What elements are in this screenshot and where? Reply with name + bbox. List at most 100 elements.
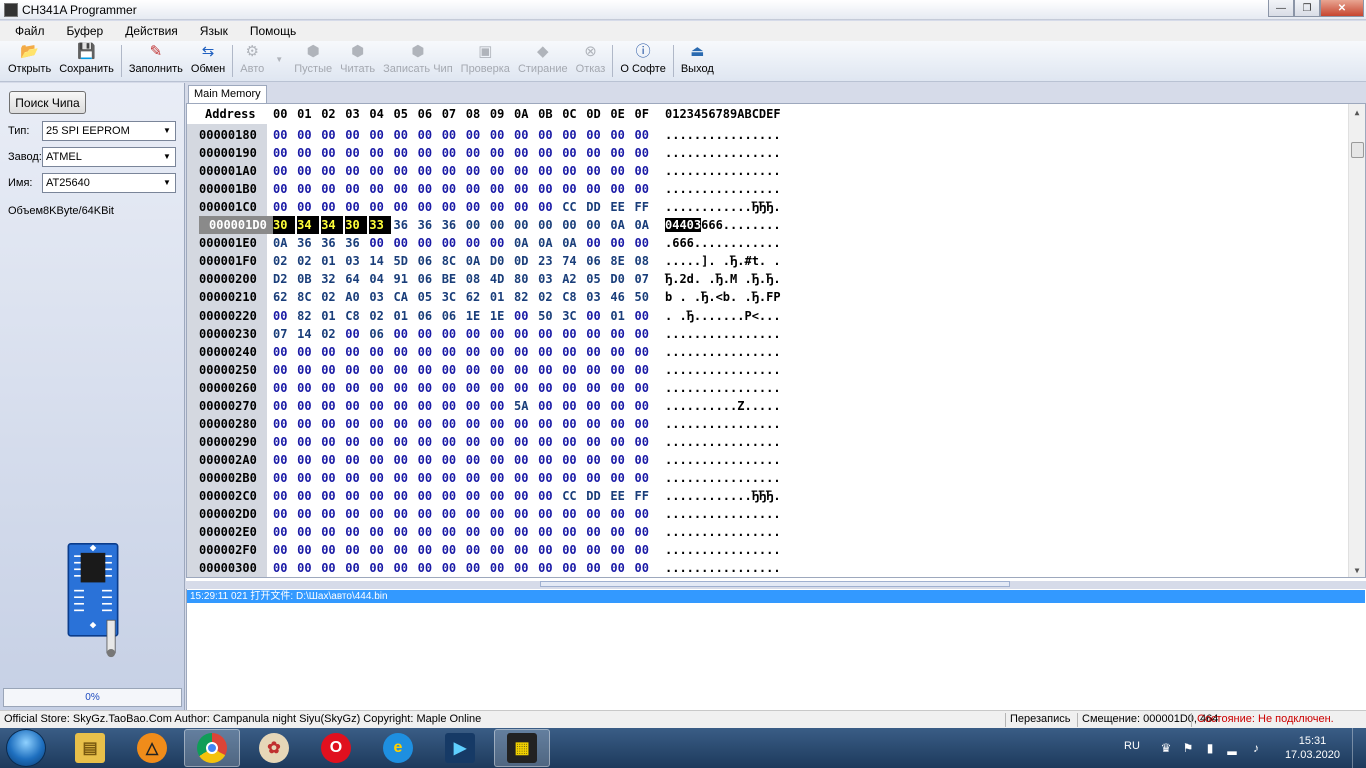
hex-byte-cell[interactable]: 00	[562, 469, 584, 487]
hex-byte-cell[interactable]: 00	[321, 541, 343, 559]
hex-byte-cell[interactable]: 06	[586, 252, 608, 270]
hex-byte-cell[interactable]: 00	[538, 505, 560, 523]
hex-byte-cell[interactable]: 00	[418, 198, 440, 216]
hex-byte-cell[interactable]: 00	[514, 325, 536, 343]
hex-byte-cell[interactable]: 00	[514, 379, 536, 397]
hex-byte-cell[interactable]: 00	[297, 415, 319, 433]
hex-byte-cell[interactable]: 00	[273, 180, 295, 198]
hex-byte-cell[interactable]: 05	[586, 270, 608, 288]
hex-byte-cell[interactable]: 03	[369, 288, 391, 306]
hex-byte-cell[interactable]: 00	[297, 559, 319, 577]
hex-byte-cell[interactable]: 36	[297, 234, 319, 252]
hex-byte-cell[interactable]: 00	[466, 343, 488, 361]
hex-byte-cell[interactable]: 00	[514, 415, 536, 433]
hex-byte-cell[interactable]: 00	[586, 180, 608, 198]
hex-byte-cell[interactable]: 02	[321, 325, 343, 343]
hex-byte-cell[interactable]: 00	[490, 126, 512, 144]
hex-byte-cell[interactable]: 00	[273, 397, 295, 415]
taskbar-explorer[interactable]: ▤	[62, 729, 118, 767]
hex-byte-cell[interactable]: 00	[562, 541, 584, 559]
hex-byte-cell[interactable]: 34	[297, 216, 320, 235]
hex-byte-cell[interactable]: 00	[345, 523, 367, 541]
hex-byte-cell[interactable]: 00	[418, 487, 440, 505]
hex-byte-cell[interactable]: 00	[610, 559, 632, 577]
hex-byte-cell[interactable]: 00	[466, 523, 488, 541]
menu-help[interactable]: Помощь	[239, 21, 307, 41]
network-signal-icon[interactable]: ▂	[1224, 740, 1240, 756]
hex-byte-cell[interactable]: 00	[514, 198, 536, 216]
hex-byte-cell[interactable]: 00	[610, 415, 632, 433]
hex-byte-cell[interactable]: 00	[345, 505, 367, 523]
hex-byte-cell[interactable]: 1E	[490, 307, 512, 325]
hex-byte-cell[interactable]: 00	[345, 180, 367, 198]
hex-byte-cell[interactable]: 00	[273, 162, 295, 180]
hex-byte-cell[interactable]: 00	[514, 559, 536, 577]
hex-byte-cell[interactable]: 1E	[466, 307, 488, 325]
start-button[interactable]	[6, 729, 46, 767]
hex-byte-cell[interactable]: 00	[562, 180, 584, 198]
ascii-cell[interactable]: ................	[665, 415, 781, 433]
hex-byte-cell[interactable]: 00	[586, 234, 608, 252]
hex-byte-cell[interactable]: 00	[586, 541, 608, 559]
hex-byte-cell[interactable]: 00	[394, 505, 416, 523]
hex-byte-cell[interactable]: 00	[586, 343, 608, 361]
hex-byte-cell[interactable]: 02	[538, 288, 560, 306]
hex-byte-cell[interactable]: 62	[466, 288, 488, 306]
hex-byte-cell[interactable]: 00	[610, 397, 632, 415]
hex-byte-cell[interactable]: 00	[297, 198, 319, 216]
hex-byte-cell[interactable]: 00	[586, 126, 608, 144]
hex-byte-cell[interactable]: 00	[562, 433, 584, 451]
hex-byte-cell[interactable]: 00	[586, 415, 608, 433]
hex-byte-cell[interactable]: 00	[394, 487, 416, 505]
hex-byte-cell[interactable]: 00	[490, 397, 512, 415]
scroll-down-arrow-icon[interactable]: ▼	[1349, 562, 1365, 577]
type-select[interactable]: 25 SPI EEPROM ▼	[42, 120, 176, 141]
hex-byte-cell[interactable]: 00	[490, 505, 512, 523]
hex-byte-cell[interactable]: 00	[345, 397, 367, 415]
hex-byte-cell[interactable]: 00	[321, 397, 343, 415]
hex-byte-cell[interactable]: 00	[297, 144, 319, 162]
ascii-cell[interactable]: ............ЂЂЂ.	[665, 487, 781, 505]
splitter-grip[interactable]	[540, 581, 1010, 587]
hex-byte-cell[interactable]: 00	[635, 234, 657, 252]
hex-byte-cell[interactable]: 00	[442, 523, 464, 541]
hex-byte-cell[interactable]: 00	[442, 469, 464, 487]
hex-byte-cell[interactable]: 00	[442, 180, 464, 198]
hex-byte-cell[interactable]: 00	[442, 361, 464, 379]
hex-byte-cell[interactable]: 00	[586, 144, 608, 162]
hex-byte-cell[interactable]: 00	[297, 397, 319, 415]
hex-byte-cell[interactable]: 02	[321, 288, 343, 306]
taskbar-ch341a[interactable]: ▦	[494, 729, 550, 767]
fill-button[interactable]: ✎ Заполнить	[125, 41, 187, 81]
hex-byte-cell[interactable]: 00	[562, 325, 584, 343]
hex-byte-cell[interactable]: 00	[345, 162, 367, 180]
hex-byte-cell[interactable]: 00	[394, 180, 416, 198]
hex-byte-cell[interactable]: 00	[394, 379, 416, 397]
hex-byte-cell[interactable]: FF	[635, 487, 657, 505]
hex-byte-cell[interactable]: 00	[418, 325, 440, 343]
hex-byte-cell[interactable]: 50	[538, 307, 560, 325]
hex-byte-cell[interactable]: 00	[418, 559, 440, 577]
hex-byte-cell[interactable]: 3C	[442, 288, 464, 306]
hex-byte-cell[interactable]: 36	[345, 234, 367, 252]
hex-byte-cell[interactable]: 00	[514, 523, 536, 541]
hex-byte-cell[interactable]: 00	[297, 126, 319, 144]
hex-byte-cell[interactable]: 00	[490, 216, 512, 234]
hex-byte-cell[interactable]: 00	[345, 343, 367, 361]
hex-byte-cell[interactable]: 02	[297, 252, 319, 270]
clock[interactable]: 15:31 17.03.2020	[1285, 734, 1340, 762]
hex-byte-cell[interactable]: 00	[394, 144, 416, 162]
hex-byte-cell[interactable]: 00	[321, 451, 343, 469]
chip-search-button[interactable]: Поиск Чипа	[9, 91, 86, 114]
hex-byte-cell[interactable]: C8	[345, 307, 367, 325]
hex-byte-cell[interactable]: 14	[297, 325, 319, 343]
hex-byte-cell[interactable]: 00	[514, 541, 536, 559]
hex-byte-cell[interactable]: 00	[490, 361, 512, 379]
hex-byte-cell[interactable]: 00	[514, 505, 536, 523]
hex-byte-cell[interactable]: 00	[273, 379, 295, 397]
hex-byte-cell[interactable]: 01	[610, 307, 632, 325]
hex-byte-cell[interactable]: 00	[538, 162, 560, 180]
hex-view[interactable]: Address 00 01 02 03 04 05 06 07 08 09 0A 0B 0C 0D 0E 0F 0…	[186, 103, 1366, 578]
hex-byte-cell[interactable]: 82	[297, 307, 319, 325]
hex-byte-cell[interactable]: 0A	[514, 234, 536, 252]
